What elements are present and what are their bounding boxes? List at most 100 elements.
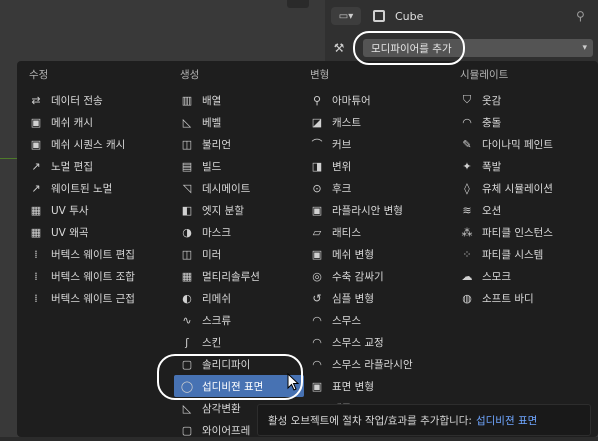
menu-item-label: 메쉬 변형 xyxy=(332,248,374,261)
menu-item-label: 마스크 xyxy=(202,226,231,239)
explode-icon: ✦ xyxy=(462,159,472,173)
menu-item[interactable]: ʃ 스킨 xyxy=(174,331,304,353)
menu-item-label: 배열 xyxy=(202,94,222,107)
menu-item[interactable]: ⁘ 파티클 시스템 xyxy=(454,243,584,265)
menu-item[interactable]: ▣ 메쉬 캐시 xyxy=(23,111,153,133)
menu-column-title: 생성 xyxy=(180,69,200,81)
menu-column-title: 수정 xyxy=(29,69,49,81)
object-name: Cube xyxy=(395,9,424,23)
menu-item[interactable]: ◊ 유체 시뮬레이션 xyxy=(454,177,584,199)
menu-item[interactable]: ◠ 스무스 xyxy=(304,309,434,331)
displace-icon: ◨ xyxy=(311,159,323,173)
menu-item[interactable]: ◠ 충돌 xyxy=(454,111,584,133)
smooth-corrective-icon: ◠ xyxy=(312,335,322,349)
menu-item-label: 웨이트된 노멀 xyxy=(51,182,113,195)
menu-item[interactable]: ✦ 폭발 xyxy=(454,155,584,177)
properties-header: ▭▾ Cube xyxy=(331,4,423,28)
menu-item[interactable]: ◨ 변위 xyxy=(304,155,434,177)
menu-item[interactable]: ⊙ 후크 xyxy=(304,177,434,199)
smooth-laplacian-icon: ◠ xyxy=(312,357,322,371)
menu-item[interactable]: ▦ 멀티리솔루션 xyxy=(174,265,304,287)
menu-item[interactable]: ▣ 표면 변형 xyxy=(304,375,434,397)
menu-item[interactable]: ◍ 소프트 바디 xyxy=(454,287,584,309)
menu-item[interactable]: ◧ 엣지 분할 xyxy=(174,199,304,221)
menu-column-title: 변형 xyxy=(310,69,330,81)
menu-item[interactable]: ◺ 베벨 xyxy=(174,111,304,133)
menu-item[interactable]: ◹ 데시메이트 xyxy=(174,177,304,199)
tooltip-text: 활성 오브젝트에 절차 작업/효과를 추가합니다: xyxy=(268,414,472,427)
menu-item[interactable]: ◐ 리메쉬 xyxy=(174,287,304,309)
menu-item[interactable]: ▦ UV 왜곡 xyxy=(23,221,153,243)
menu-item[interactable]: ⁞ 버텍스 웨이트 편집 xyxy=(23,243,153,265)
menu-item[interactable]: ▣ 메쉬 변형 xyxy=(304,243,434,265)
editor-type-button[interactable]: ▭▾ xyxy=(331,7,361,25)
collision-icon: ◠ xyxy=(462,115,472,129)
tooltip-highlight: 섭디비젼 표면 xyxy=(475,414,538,427)
menu-item-label: 충돌 xyxy=(482,116,502,129)
menu-item[interactable]: ▤ 빌드 xyxy=(174,155,304,177)
menu-item[interactable]: ⁞ 버텍스 웨이트 조합 xyxy=(23,265,153,287)
menu-item[interactable]: ☁ 스모크 xyxy=(454,265,584,287)
menu-item[interactable]: ◫ 불리언 xyxy=(174,133,304,155)
edge-split-icon: ◧ xyxy=(181,203,193,217)
menu-item[interactable]: ◠ 스무스 라플라시안 xyxy=(304,353,434,375)
menu-item[interactable]: ◪ 캐스트 xyxy=(304,111,434,133)
menu-item[interactable]: ▥ 배열 xyxy=(174,89,304,111)
menu-item[interactable]: ⛉ 옷감 xyxy=(454,89,584,111)
menu-item[interactable]: ▣ 메쉬 시퀀스 캐시 xyxy=(23,133,153,155)
viewport-gizmo-icon[interactable] xyxy=(287,0,309,8)
uv-project-icon: ▦ xyxy=(30,203,42,217)
menu-item-label: 소프트 바디 xyxy=(482,292,534,305)
menu-item[interactable]: ↗ 노멀 편집 xyxy=(23,155,153,177)
menu-item[interactable]: ◑ 마스크 xyxy=(174,221,304,243)
menu-item-label: 커브 xyxy=(332,138,352,151)
menu-item-label: 오션 xyxy=(482,204,502,217)
menu-item[interactable]: ⁞ 버텍스 웨이트 근접 xyxy=(23,287,153,309)
menu-item[interactable]: ⌒ 커브 xyxy=(304,133,434,155)
menu-item-label: 아마튜어 xyxy=(332,94,371,107)
menu-item-label: 스크류 xyxy=(202,314,231,327)
remesh-icon: ◐ xyxy=(182,291,192,305)
menu-item-label: 래티스 xyxy=(332,226,361,239)
highlight-circle-subdivision xyxy=(157,354,303,400)
menu-item-label: 표면 변형 xyxy=(332,380,374,393)
menu-item[interactable]: ▱ 래티스 xyxy=(304,221,434,243)
menu-item[interactable]: ▣ 라플라시안 변형 xyxy=(304,199,434,221)
pin-icon[interactable]: ⚲ xyxy=(576,9,585,23)
array-icon: ▥ xyxy=(181,93,193,107)
build-icon: ▤ xyxy=(181,159,193,173)
menu-item[interactable]: ↗ 웨이트된 노멀 xyxy=(23,177,153,199)
menu-item[interactable]: ▦ UV 투사 xyxy=(23,199,153,221)
menu-item-label: 불리언 xyxy=(202,138,231,151)
weighted-normal-icon: ↗ xyxy=(31,181,41,195)
menu-item[interactable]: ⚲ 아마튜어 xyxy=(304,89,434,111)
boolean-icon: ◫ xyxy=(181,137,193,151)
menu-item[interactable]: ⇄ 데이터 전송 xyxy=(23,89,153,111)
shrinkwrap-icon: ◎ xyxy=(312,269,322,283)
menu-item-label: 와이어프레 xyxy=(202,424,251,437)
uv-warp-icon: ▦ xyxy=(30,225,42,239)
menu-item[interactable]: ↺ 심플 변형 xyxy=(304,287,434,309)
menu-item-label: 스모크 xyxy=(482,270,511,283)
menu-item[interactable]: ∿ 스크류 xyxy=(174,309,304,331)
menu-item[interactable]: ◠ 스무스 교정 xyxy=(304,331,434,353)
menu-item-label: 스킨 xyxy=(202,336,222,349)
smooth-icon: ◠ xyxy=(312,313,322,327)
mirror-icon: ◫ xyxy=(181,247,193,261)
smoke-icon: ☁ xyxy=(461,269,473,283)
vertex-weight-mix-icon: ⁞ xyxy=(34,269,38,283)
mask-icon: ◑ xyxy=(182,225,192,239)
menu-item-label: 스무스 라플라시안 xyxy=(332,358,413,371)
menu-column-title: 시뮬레이트 xyxy=(460,69,509,81)
menu-item[interactable]: ◎ 수축 감싸기 xyxy=(304,265,434,287)
menu-item[interactable]: ⁂ 파티클 인스턴스 xyxy=(454,221,584,243)
menu-item[interactable]: ◫ 미러 xyxy=(174,243,304,265)
menu-item-label: 버텍스 웨이트 근접 xyxy=(51,292,135,305)
menu-item[interactable]: ≋ 오션 xyxy=(454,199,584,221)
menu-item-label: 옷감 xyxy=(482,94,502,107)
mesh-sequence-cache-icon: ▣ xyxy=(30,137,42,151)
mouse-cursor-icon xyxy=(287,373,300,391)
mesh-deform-icon: ▣ xyxy=(311,247,323,261)
menu-item[interactable]: ✎ 다이나믹 페인트 xyxy=(454,133,584,155)
mesh-cache-icon: ▣ xyxy=(30,115,42,129)
